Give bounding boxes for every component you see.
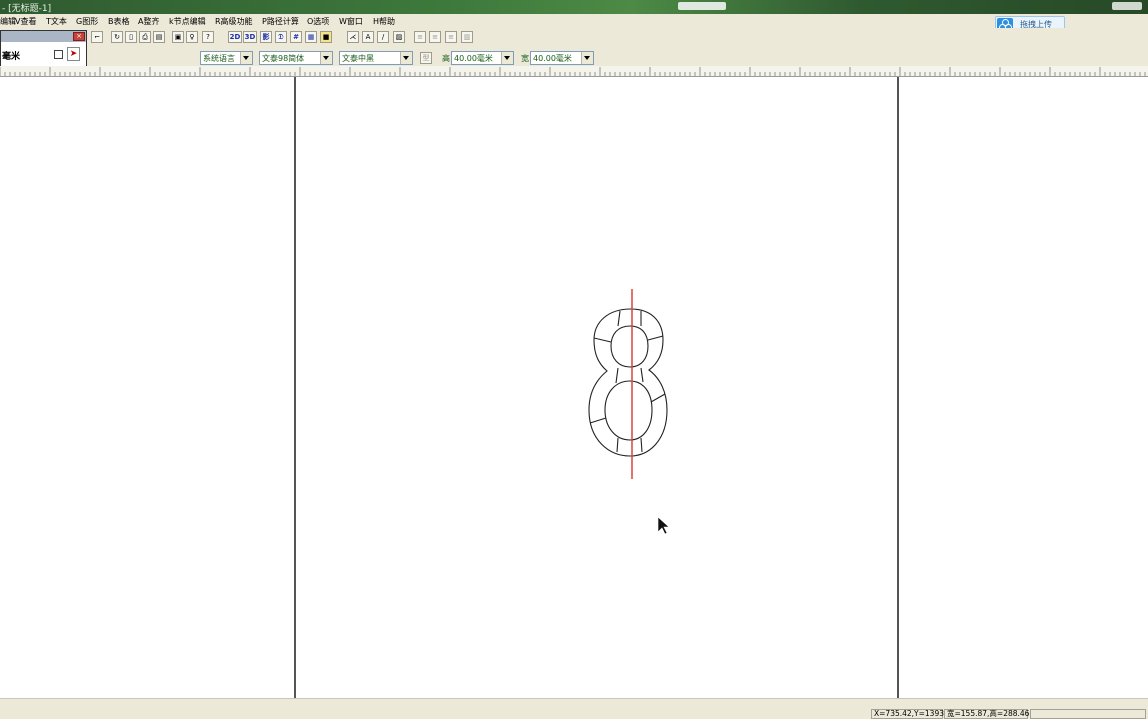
type-icon[interactable]: 型 — [420, 52, 432, 64]
preview-icon[interactable]: ▤ — [153, 31, 165, 43]
edit-frame-icon[interactable]: ▨ — [393, 31, 405, 43]
font-select[interactable]: 文泰98简体 — [259, 51, 333, 65]
menu-align[interactable]: A整齐 — [138, 16, 159, 27]
window-control[interactable] — [678, 2, 726, 10]
menu-options[interactable]: O选项 — [307, 16, 329, 27]
height-value: 40.00毫米 — [454, 54, 493, 63]
menu-bar: 编辑 V查看 T文本 G图形 B表格 A整齐 k节点编辑 R高级功能 P路径计算… — [0, 14, 1148, 28]
menu-help[interactable]: H帮助 — [373, 16, 395, 27]
2d-button[interactable]: 2D — [228, 31, 242, 43]
menu-advanced[interactable]: R高级功能 — [215, 16, 253, 27]
window-title: - [无标题-1] — [2, 4, 52, 14]
height-input[interactable]: 40.00毫米 — [451, 51, 514, 65]
unit-label: 毫米 — [2, 52, 21, 62]
font2-select-value: 文泰中黑 — [342, 54, 374, 63]
align-center-icon[interactable]: ≡ — [429, 31, 441, 43]
print-icon[interactable]: ⎙ — [139, 31, 151, 43]
chevron-down-icon — [320, 52, 332, 64]
color-icon[interactable]: ■ — [320, 31, 332, 43]
menu-text[interactable]: T文本 — [46, 16, 67, 27]
language-select-value: 系统语言 — [203, 54, 235, 63]
bulb-icon[interactable]: ♀ — [186, 31, 198, 43]
ruler-ticks — [0, 67, 1146, 76]
page-border-right — [897, 77, 899, 698]
menu-path-calc[interactable]: P路径计算 — [262, 16, 299, 27]
width-input[interactable]: 40.00毫米 — [530, 51, 594, 65]
unit-panel: × 毫米 ➤ — [0, 30, 87, 69]
menu-view[interactable]: V查看 — [15, 16, 36, 27]
chevron-down-icon — [240, 52, 252, 64]
chevron-down-icon — [581, 52, 593, 64]
font-select-value: 文泰98简体 — [262, 54, 305, 63]
distribute-icon[interactable]: ▥ — [461, 31, 473, 43]
help-icon[interactable]: ? — [202, 31, 214, 43]
border-icon[interactable]: 𝔇 — [275, 31, 287, 43]
char-a-icon[interactable]: A — [362, 31, 374, 43]
font2-select[interactable]: 文泰中黑 — [339, 51, 413, 65]
frame-icon[interactable]: ▣ — [172, 31, 184, 43]
fill-icon[interactable]: ▦ — [305, 31, 317, 43]
horizontal-ruler — [0, 66, 1148, 77]
menu-edit[interactable]: 编辑 — [0, 16, 16, 27]
rectangle-tool-icon[interactable] — [54, 50, 63, 59]
align-left-icon[interactable]: ≡ — [414, 31, 426, 43]
rotate-icon[interactable]: ↻ — [111, 31, 123, 43]
width-value: 40.00毫米 — [533, 54, 572, 63]
menu-table[interactable]: B表格 — [108, 16, 130, 27]
path-icon[interactable]: ⋌ — [347, 31, 359, 43]
shadow-icon[interactable]: 影 — [260, 31, 272, 43]
width-label: 宽 — [521, 54, 529, 63]
title-bar: - [无标题-1] — [0, 0, 1148, 14]
window-control-right[interactable] — [1112, 2, 1142, 10]
height-label: 高 — [442, 54, 450, 63]
3d-button[interactable]: 3D — [243, 31, 257, 43]
close-icon[interactable]: × — [73, 32, 85, 41]
texture-icon[interactable]: # — [290, 31, 302, 43]
chevron-down-icon — [501, 52, 513, 64]
page-border-left — [294, 77, 296, 698]
align-right-icon[interactable]: ≡ — [445, 31, 457, 43]
status-bar: X=735.42,Y=1393 宽=155.87,高=288.46 — [0, 698, 1148, 719]
pointer-tool-icon[interactable]: ➤ — [67, 47, 80, 61]
language-select[interactable]: 系统语言 — [200, 51, 253, 65]
drawing-canvas[interactable] — [0, 77, 1148, 698]
page-icon[interactable]: ▯ — [125, 31, 137, 43]
menu-window[interactable]: W窗口 — [339, 16, 363, 27]
menu-node-edit[interactable]: k节点编辑 — [169, 16, 206, 27]
chevron-down-icon — [400, 52, 412, 64]
menu-graphics[interactable]: G图形 — [76, 16, 98, 27]
italic-icon[interactable]: / — [377, 31, 389, 43]
open-icon[interactable]: ⌐ — [91, 31, 103, 43]
